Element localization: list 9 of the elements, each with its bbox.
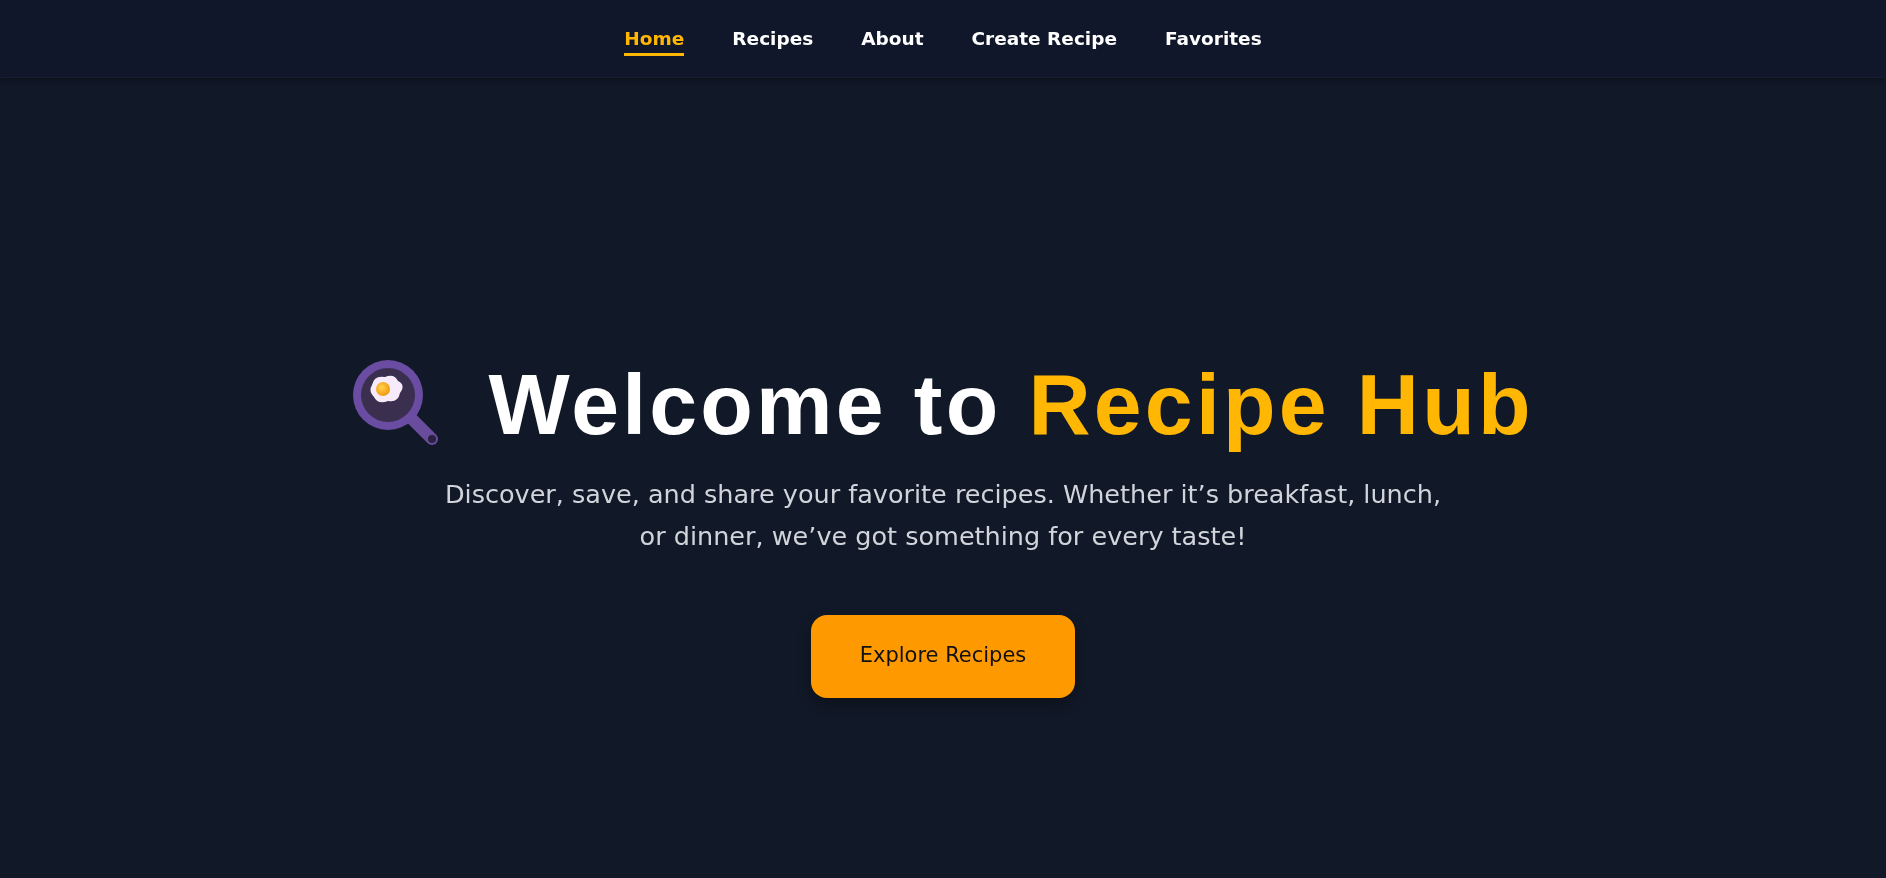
nav-link[interactable]: Create Recipe xyxy=(971,25,1117,56)
explore-recipes-button[interactable]: Explore Recipes xyxy=(811,614,1075,698)
heading-highlight-text: Recipe Hub xyxy=(1028,356,1534,453)
nav-link[interactable]: Recipes xyxy=(732,25,814,56)
heading-text: Welcome to xyxy=(488,356,1002,453)
nav-link[interactable]: About xyxy=(861,25,924,56)
nav-link[interactable]: Favorites xyxy=(1165,25,1262,56)
nav-link[interactable]: Home xyxy=(624,25,685,56)
intro-paragraph: Discover, save, and share your favorite recipes. Whether it’s breakfast, lunch, or dinner, we’ve got something for every taste! xyxy=(443,477,1443,553)
